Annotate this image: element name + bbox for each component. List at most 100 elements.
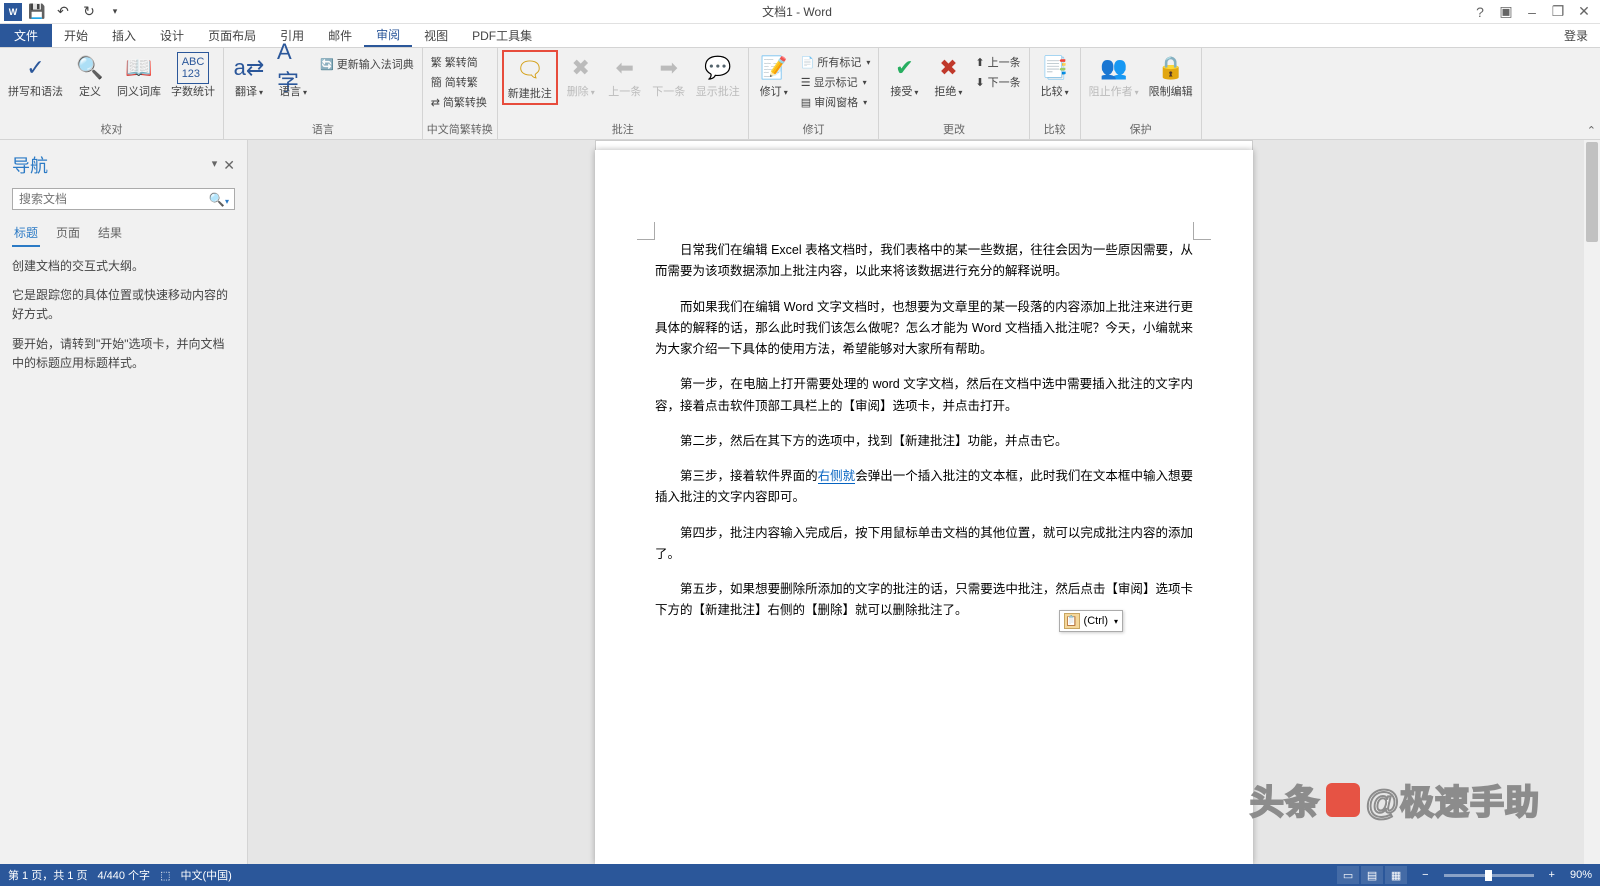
- group-label-compare: 比较: [1034, 119, 1076, 139]
- paragraph[interactable]: 第一步，在电脑上打开需要处理的 word 文字文档，然后在文档中选中需要插入批注…: [655, 374, 1193, 417]
- display-for-review-dropdown[interactable]: 📄所有标记▾: [797, 52, 875, 72]
- simp-to-trad-button[interactable]: 簡简转繁: [427, 72, 491, 92]
- group-label-comments: 批注: [502, 119, 744, 139]
- block-authors-icon: 👥: [1098, 52, 1130, 84]
- ime-icon: 🔄: [320, 58, 334, 71]
- next-change-button[interactable]: ⬇下一条: [971, 72, 1024, 92]
- tab-insert[interactable]: 插入: [100, 24, 148, 47]
- thesaurus-button[interactable]: 📖同义词库: [113, 50, 165, 101]
- language-status[interactable]: 中文(中国): [180, 867, 231, 883]
- track-changes-button[interactable]: 📝修订▾: [753, 50, 795, 101]
- show-comments-button[interactable]: 💬显示批注: [692, 50, 744, 101]
- tab-view[interactable]: 视图: [412, 24, 460, 47]
- ribbon: ✓拼写和语法 🔍定义 📖同义词库 ABC123字数统计 校对 a⇄翻译▾ A字语…: [0, 48, 1600, 140]
- reviewing-pane-dropdown[interactable]: ▤审阅窗格▾: [797, 92, 875, 112]
- reject-button[interactable]: ✖拒绝▾: [927, 50, 969, 101]
- restrict-icon: 🔒: [1155, 52, 1187, 84]
- show-comments-icon: 💬: [702, 52, 734, 84]
- spelling-icon: ✓: [20, 52, 52, 84]
- save-button[interactable]: 💾: [26, 1, 48, 23]
- title-bar: W 💾 ↶ ↻ ▾ 文档1 - Word ? ▣ – ❐ ✕: [0, 0, 1600, 24]
- word-count[interactable]: 4/440 个字: [97, 867, 150, 883]
- paragraph[interactable]: 第三步，接着软件界面的右侧就会弹出一个插入批注的文本框，此时我们在文本框中输入想…: [655, 466, 1193, 509]
- tab-review[interactable]: 审阅: [364, 24, 412, 47]
- prev-comment-icon: ⬅: [609, 52, 641, 84]
- thesaurus-icon: 📖: [123, 52, 155, 84]
- spelling-grammar-button[interactable]: ✓拼写和语法: [4, 50, 67, 101]
- nav-tab-results[interactable]: 结果: [96, 220, 124, 247]
- nav-search: 🔍▾: [12, 188, 235, 210]
- tab-mailings[interactable]: 邮件: [316, 24, 364, 47]
- window-controls: ? ▣ – ❐ ✕: [1468, 2, 1600, 22]
- tab-layout[interactable]: 页面布局: [196, 24, 268, 47]
- next-comment-button[interactable]: ➡下一条: [648, 50, 690, 101]
- group-protect: 👥阻止作者▾ 🔒限制编辑 保护: [1081, 48, 1202, 139]
- tab-design[interactable]: 设计: [148, 24, 196, 47]
- status-bar: 第 1 页，共 1 页 4/440 个字 ⬚ 中文(中国) ▭ ▤ ▦ − + …: [0, 864, 1600, 886]
- print-layout-button[interactable]: ▤: [1361, 866, 1383, 884]
- zoom-level[interactable]: 90%: [1570, 869, 1592, 881]
- redo-button[interactable]: ↻: [78, 1, 100, 23]
- paragraph[interactable]: 第二步，然后在其下方的选项中，找到【新建批注】功能，并点击它。: [655, 431, 1193, 452]
- update-ime-button[interactable]: 🔄更新输入法词典: [316, 54, 418, 74]
- nav-close-icon[interactable]: ✕: [223, 157, 235, 174]
- search-icon[interactable]: 🔍▾: [209, 192, 229, 208]
- qat-customize-icon[interactable]: ▾: [104, 1, 126, 23]
- zoom-out-button[interactable]: −: [1417, 869, 1433, 881]
- new-comment-button[interactable]: 🗨新建批注: [502, 50, 558, 105]
- show-markup-dropdown[interactable]: ☰显示标记▾: [797, 72, 875, 92]
- group-chinese-conversion: 繁繁转简 簡简转繁 ⇄简繁转换 中文简繁转换: [423, 48, 498, 139]
- page-count[interactable]: 第 1 页，共 1 页: [8, 867, 87, 883]
- prev-comment-button[interactable]: ⬅上一条: [604, 50, 646, 101]
- next-comment-icon: ➡: [653, 52, 685, 84]
- group-language: a⇄翻译▾ A字语言▾ 🔄更新输入法词典 语言: [224, 48, 423, 139]
- web-layout-button[interactable]: ▦: [1385, 866, 1407, 884]
- hyperlink[interactable]: 右侧就: [818, 469, 856, 484]
- delete-comment-button[interactable]: ✖删除▾: [560, 50, 602, 101]
- nav-tab-headings[interactable]: 标题: [12, 220, 40, 247]
- nav-body-text: 要开始，请转到"开始"选项卡，并向文档中的标题应用标题样式。: [12, 335, 235, 373]
- ribbon-display-options-button[interactable]: ▣: [1494, 2, 1518, 22]
- scroll-thumb[interactable]: [1586, 142, 1598, 242]
- login-link[interactable]: 登录: [1564, 24, 1600, 47]
- zoom-in-button[interactable]: +: [1544, 869, 1560, 881]
- accept-icon: ✔: [888, 52, 920, 84]
- zoom-handle[interactable]: [1485, 870, 1492, 881]
- restore-button[interactable]: ❐: [1546, 2, 1570, 22]
- group-tracking: 📝修订▾ 📄所有标记▾ ☰显示标记▾ ▤审阅窗格▾ 修订: [749, 48, 880, 139]
- paragraph[interactable]: 第四步，批注内容输入完成后，按下用鼠标单击文档的其他位置，就可以完成批注内容的添…: [655, 523, 1193, 566]
- minimize-button[interactable]: –: [1520, 2, 1544, 22]
- nav-search-input[interactable]: [12, 188, 235, 210]
- tab-pdf[interactable]: PDF工具集: [460, 24, 544, 47]
- close-button[interactable]: ✕: [1572, 2, 1596, 22]
- document-page[interactable]: 日常我们在编辑 Excel 表格文档时，我们表格中的某一些数据，往往会因为一些原…: [595, 150, 1253, 864]
- trad-to-simp-button[interactable]: 繁繁转简: [427, 52, 491, 72]
- compare-button[interactable]: 📑比较▾: [1034, 50, 1076, 101]
- group-compare: 📑比较▾ 比较: [1030, 48, 1081, 139]
- nav-tab-pages[interactable]: 页面: [54, 220, 82, 247]
- read-mode-button[interactable]: ▭: [1337, 866, 1359, 884]
- word-count-button[interactable]: ABC123字数统计: [167, 50, 219, 101]
- tab-home[interactable]: 开始: [52, 24, 100, 47]
- undo-button[interactable]: ↶: [52, 1, 74, 23]
- restrict-editing-button[interactable]: 🔒限制编辑: [1145, 50, 1197, 101]
- document-area[interactable]: 日常我们在编辑 Excel 表格文档时，我们表格中的某一些数据，往往会因为一些原…: [248, 140, 1600, 864]
- accept-button[interactable]: ✔接受▾: [883, 50, 925, 101]
- vertical-scrollbar[interactable]: [1584, 140, 1600, 864]
- paragraph[interactable]: 而如果我们在编辑 Word 文字文档时，也想要为文章里的某一段落的内容添加上批注…: [655, 297, 1193, 361]
- collapse-ribbon-button[interactable]: ⌃: [1587, 124, 1596, 137]
- block-authors-button[interactable]: 👥阻止作者▾: [1085, 50, 1143, 101]
- zoom-slider[interactable]: [1444, 874, 1534, 877]
- paragraph[interactable]: 日常我们在编辑 Excel 表格文档时，我们表格中的某一些数据，往往会因为一些原…: [655, 240, 1193, 283]
- simp-trad-convert-button[interactable]: ⇄简繁转换: [427, 92, 491, 112]
- nav-dropdown-icon[interactable]: ▾: [212, 157, 218, 174]
- prev-change-button[interactable]: ⬆上一条: [971, 52, 1024, 72]
- paste-options-button[interactable]: 📋 (Ctrl)▾: [1059, 610, 1123, 632]
- help-button[interactable]: ?: [1468, 2, 1492, 22]
- define-button[interactable]: 🔍定义: [69, 50, 111, 101]
- prev-change-icon: ⬆: [975, 56, 984, 69]
- translate-button[interactable]: a⇄翻译▾: [228, 50, 270, 101]
- tab-file[interactable]: 文件: [0, 24, 52, 47]
- language-button[interactable]: A字语言▾: [272, 50, 314, 101]
- proofing-status-icon[interactable]: ⬚: [160, 869, 170, 882]
